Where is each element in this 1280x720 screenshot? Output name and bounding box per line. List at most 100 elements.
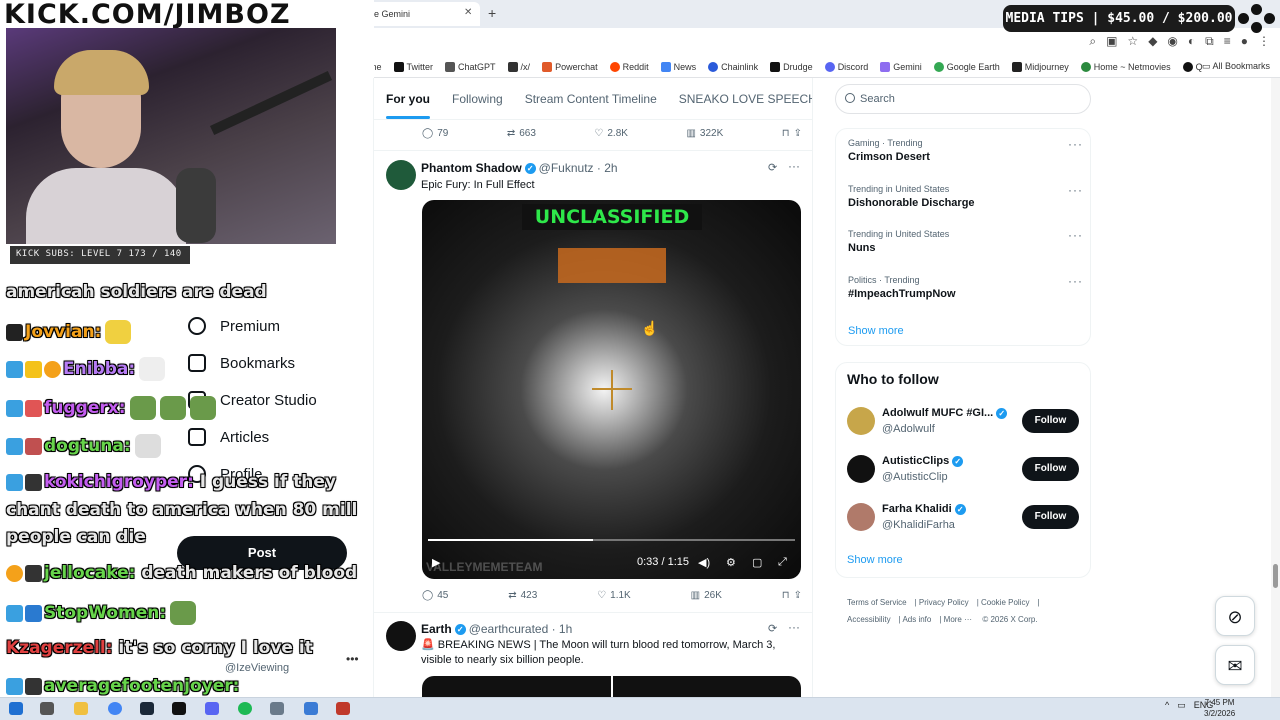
trend-more-icon[interactable]: ··· [1068, 183, 1083, 197]
app-icon[interactable] [304, 702, 318, 715]
bookmark-item[interactable]: Q [1182, 61, 1203, 72]
show-more-link[interactable]: Show more [847, 554, 903, 566]
follow-button[interactable]: Follow [1022, 409, 1079, 433]
trend-item[interactable]: Gaming · Trending Crimson Desert [848, 138, 930, 163]
bookmark-item[interactable]: Midjourney [1011, 61, 1069, 72]
tab-close-icon[interactable]: ✕ [464, 7, 472, 18]
reading-list-icon[interactable]: ≡ [1224, 34, 1231, 49]
footer-link[interactable]: Ads info [902, 615, 931, 624]
repost-button[interactable]: ⇄ 423 [508, 590, 537, 601]
extension-icon[interactable]: ◐ [1188, 34, 1195, 49]
scrollbar[interactable] [1271, 78, 1280, 697]
video-player[interactable]: UNCLASSIFIED VALLEYMEMETEAM ▶ 0:33 / 1:1… [422, 200, 801, 579]
sidebar-item-bookmarks[interactable]: Bookmarks [188, 354, 295, 372]
bookmark-item[interactable]: Discord [824, 61, 868, 72]
steam-icon[interactable] [140, 702, 154, 715]
avatar[interactable] [847, 503, 875, 531]
suggestion-name[interactable]: Adolwulf MUFC #GI... ✓ [882, 407, 1010, 419]
task-view-icon[interactable] [40, 702, 54, 715]
grok-button[interactable]: ⊘ [1215, 596, 1255, 636]
new-tab-icon[interactable]: + [488, 5, 496, 21]
reply-button[interactable]: ◯ 45 [422, 590, 448, 601]
tab-following[interactable]: Following [452, 78, 503, 119]
search-input[interactable]: Search [835, 84, 1091, 114]
chrome-icon[interactable] [108, 702, 122, 715]
avatar[interactable] [847, 407, 875, 435]
app-icon[interactable] [336, 702, 350, 715]
bookmark-item[interactable]: Reddit [609, 61, 649, 72]
browser-menu-icon[interactable]: ⋮ [1258, 34, 1270, 49]
repost-button[interactable]: ⇄ 663 [507, 128, 536, 139]
bookmark-item[interactable]: Powerchat [542, 61, 598, 72]
bookmark-item[interactable]: ChatGPT [445, 61, 496, 72]
follow-button[interactable]: Follow [1022, 505, 1079, 529]
bookmark-item[interactable]: Drudge [770, 61, 813, 72]
bookmark-item[interactable]: Chainlink [708, 61, 758, 72]
avatar[interactable] [386, 621, 416, 651]
grok-icon[interactable]: ⟳ [768, 622, 777, 635]
share-icon[interactable]: ⇪ [794, 128, 802, 139]
play-icon[interactable]: ▶ [432, 556, 440, 569]
share-icon[interactable]: ⇪ [794, 590, 802, 601]
bookmark-item[interactable]: /x/ [507, 61, 530, 72]
spotify-icon[interactable] [238, 702, 252, 715]
video-progress-bar[interactable] [428, 539, 795, 541]
footer-link[interactable]: Cookie Policy [981, 598, 1029, 607]
grok-icon[interactable]: ⟳ [768, 161, 777, 174]
more-icon[interactable]: ••• [346, 652, 359, 666]
suggestion-name[interactable]: Farha Khalidi ✓ [882, 503, 969, 515]
sidebar-item-articles[interactable]: Articles [188, 428, 269, 446]
zoom-icon[interactable]: ⌕ [1089, 34, 1096, 49]
bookmark-item[interactable]: Google Earth [933, 61, 1000, 72]
views-button[interactable]: ▥ 26K [691, 590, 722, 601]
tab-stream-content-timeline[interactable]: Stream Content Timeline [525, 78, 657, 119]
pip-icon[interactable]: ▢ [752, 556, 762, 569]
views-button[interactable]: ▥ 322K [686, 128, 723, 139]
suggestion-name[interactable]: AutisticClips ✓ [882, 455, 966, 467]
follow-button[interactable]: Follow [1022, 457, 1079, 481]
bookmark-item[interactable]: News [660, 61, 696, 72]
footer-link[interactable]: Terms of Service [847, 598, 907, 607]
tweet-more-icon[interactable]: ··· [788, 620, 800, 634]
profile-avatar-icon[interactable]: ● [1241, 34, 1248, 49]
terminal-icon[interactable] [172, 702, 186, 715]
volume-icon[interactable]: ◀) [698, 556, 710, 569]
trend-item[interactable]: Trending in United States Dishonorable Di… [848, 184, 975, 209]
app-icon[interactable] [270, 702, 284, 715]
bookmark-star-icon[interactable]: ☆ [1127, 34, 1138, 49]
like-button[interactable]: ♡ 2.8K [594, 128, 628, 139]
network-icon[interactable]: ▭ [1177, 700, 1186, 711]
clock[interactable]: 7:45 PM 3/2/2026 [1204, 697, 1235, 719]
avatar[interactable] [386, 160, 416, 190]
tab-for-you[interactable]: For you [386, 78, 430, 119]
settings-gear-icon[interactable]: ⚙ [726, 556, 736, 569]
trend-more-icon[interactable]: ··· [1068, 274, 1083, 288]
tab-sneako-love-speech[interactable]: SNEAKO LOVE SPEECH [679, 78, 812, 119]
tweet-more-icon[interactable]: ··· [788, 159, 800, 173]
bookmark-button[interactable]: ⊓ ⇪ [782, 590, 802, 601]
all-bookmarks-button[interactable]: ▭ All Bookmarks [1202, 61, 1270, 72]
footer-link[interactable]: Accessibility [847, 615, 891, 624]
file-explorer-icon[interactable] [74, 702, 88, 715]
messages-button[interactable]: ✉ [1215, 645, 1255, 685]
windows-start-icon[interactable] [9, 702, 23, 715]
bookmark-button[interactable]: ⊓ ⇪ [782, 128, 802, 139]
sidebar-item-premium[interactable]: Premium [188, 317, 280, 335]
trend-more-icon[interactable]: ··· [1068, 137, 1083, 151]
bookmark-item[interactable]: Home ~ Netmovies [1080, 61, 1171, 72]
fullscreen-icon[interactable]: ⤢ [778, 556, 787, 569]
like-button[interactable]: ♡ 1.1K [597, 590, 631, 601]
scrollbar-thumb[interactable] [1273, 564, 1278, 588]
show-more-link[interactable]: Show more [848, 325, 904, 337]
bookmark-item[interactable]: Gemini [880, 61, 922, 72]
tweet-author[interactable]: Phantom Shadow ✓ @Fuknutz · 2h [421, 161, 618, 175]
footer-link[interactable]: Privacy Policy [919, 598, 969, 607]
footer-link[interactable]: More ··· [944, 615, 972, 624]
tweet-author[interactable]: Earth ✓ @earthcurated · 1h [421, 622, 572, 636]
extension-icon[interactable]: ◉ [1167, 34, 1177, 49]
bookmark-item[interactable]: Twitter [393, 61, 433, 72]
extension-icon[interactable]: ◆ [1148, 34, 1157, 49]
extensions-puzzle-icon[interactable]: ⧉ [1205, 34, 1214, 49]
trend-item[interactable]: Trending in United States Nuns [848, 229, 949, 254]
trend-more-icon[interactable]: ··· [1068, 228, 1083, 242]
